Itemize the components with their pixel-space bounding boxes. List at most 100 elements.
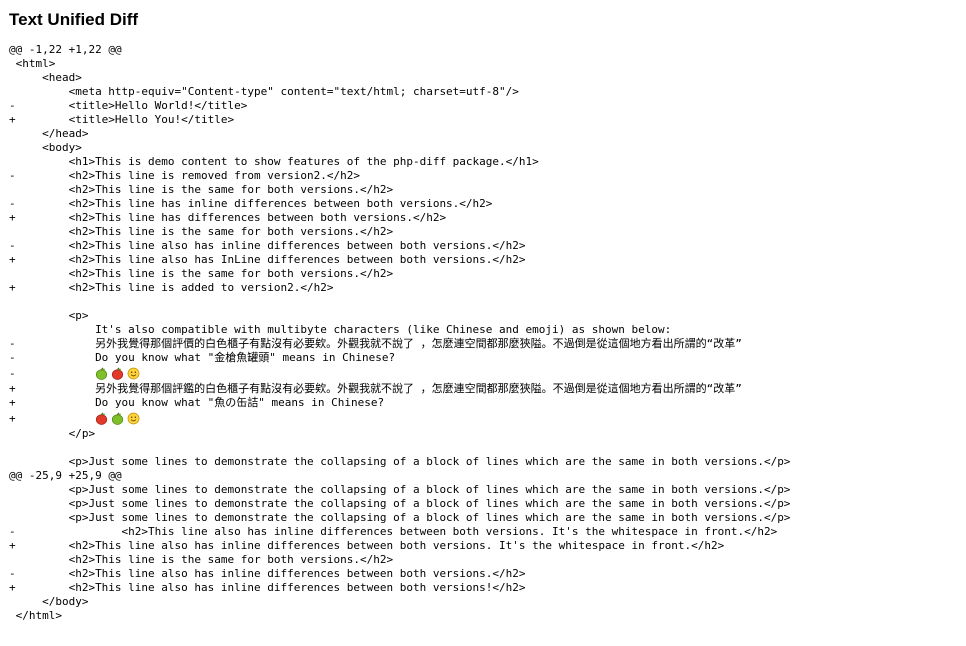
diff-line-context: <p>Just some lines to demonstrate the co… [9, 483, 791, 497]
diff-sign: - [9, 337, 16, 350]
diff-line-added: + <h2>This line also has inline differen… [9, 581, 790, 595]
diff-line-removed: - [9, 365, 790, 382]
diff-line-context: <h2>This line is the same for both versi… [9, 225, 790, 239]
unified-diff: @@ -1,22 +1,22 @@ <html> <head> <meta ht… [9, 43, 790, 623]
diff-sign [9, 497, 16, 511]
diff-line-text [16, 412, 95, 425]
diff-line-context: <p> [9, 309, 790, 323]
diff-line-text: <h2>This line is added to version2.</h2> [15, 281, 334, 294]
diff-line-text: <h2>This line is the same for both versi… [15, 225, 394, 238]
diff-line-text: <title>Hello You!</title> [15, 113, 235, 126]
diff-sign [9, 511, 16, 525]
red-apple-icon [111, 367, 124, 380]
diff-line-text: <p>Just some lines to demonstrate the co… [15, 455, 791, 468]
diff-line-text: <h2>This line also has inline difference… [15, 567, 526, 580]
diff-line-context: </body> [9, 595, 790, 609]
diff-sign [9, 595, 16, 609]
green-apple-icon [111, 412, 124, 425]
diff-line-removed: - 另外我覺得那個評價的白色櫃子有點沒有必要欸。外觀我就不說了 ，怎麼連空間都那… [9, 337, 790, 351]
diff-line-context: <p>Just some lines to demonstrate the co… [9, 455, 791, 469]
diff-line-text: <h2>This line also has inline difference… [15, 581, 526, 594]
diff-sign [9, 127, 16, 141]
diff-sign: - [9, 567, 16, 580]
diff-sign: + [9, 539, 16, 552]
diff-line-context: <h2>This line is the same for both versi… [9, 183, 790, 197]
diff-line-text: <h1>This is demo content to show feature… [15, 155, 539, 168]
diff-line-text: 另外我覺得那個評鑑的白色櫃子有點沒有必要欸。外觀我就不說了 ，怎麼連空間都那麼狹… [15, 382, 742, 395]
diff-line-text: <h2>This line is removed from version2.<… [15, 169, 360, 182]
diff-line-text: <p>Just some lines to demonstrate the co… [15, 511, 791, 524]
diff-sign [9, 141, 16, 155]
diff-line-context: <h1>This is demo content to show feature… [9, 155, 790, 169]
diff-sign [9, 427, 16, 441]
diff-line-text: @@ -25,9 +25,9 @@ [9, 469, 122, 482]
red-apple-icon [95, 412, 108, 425]
green-apple-icon [95, 367, 108, 380]
diff-line-text: <h2>This line is the same for both versi… [15, 183, 394, 196]
diff-line-added: + <title>Hello You!</title> [9, 113, 790, 127]
diff-line-text: </body> [15, 595, 89, 608]
diff-line-text: <p>Just some lines to demonstrate the co… [15, 483, 791, 496]
smiley-icon [127, 412, 140, 425]
diff-sign: + [9, 281, 16, 294]
diff-sign [9, 155, 16, 169]
diff-line-context: <body> [9, 141, 790, 155]
diff-line-context: <html> [9, 57, 790, 71]
diff-sign: - [9, 169, 16, 182]
diff-sign [9, 57, 16, 71]
diff-line-context: <meta http-equiv="Content-type" content=… [9, 85, 790, 99]
diff-line-removed: - <h2>This line has inline differences b… [9, 197, 790, 211]
diff-sign [9, 183, 16, 197]
diff-line-context: <p>Just some lines to demonstrate the co… [9, 511, 791, 525]
diff-sign: + [9, 412, 16, 425]
diff-line-text: @@ -1,22 +1,22 @@ [9, 43, 122, 56]
diff-line-removed: - <h2>This line also has inline differen… [9, 239, 790, 253]
diff-sign: + [9, 581, 16, 594]
diff-line-text: </html> [15, 609, 62, 622]
diff-sign [9, 85, 16, 99]
diff-line-removed: - Do you know what "金槍魚罐頭" means in Chin… [9, 351, 790, 365]
diff-line-text: <p> [15, 309, 89, 322]
hunk-header: @@ -25,9 +25,9 @@ [9, 469, 790, 483]
diff-line-text: <body> [15, 141, 82, 154]
diff-line-context: <p>Just some lines to demonstrate the co… [9, 497, 791, 511]
diff-line-context [9, 441, 790, 455]
diff-line-text: <h2>This line is the same for both versi… [15, 553, 394, 566]
diff-sign [9, 609, 16, 623]
diff-sign: - [9, 197, 16, 210]
diff-sign [9, 309, 16, 323]
diff-sign [9, 553, 16, 567]
diff-sign [9, 441, 16, 455]
diff-line-added: + <h2>This line has differences between … [9, 211, 790, 225]
diff-line-context: </html> [9, 609, 790, 623]
diff-sign [9, 71, 16, 85]
diff-line-added: + <h2>This line also has inline differen… [9, 539, 790, 553]
diff-line-text: Do you know what "魚の缶詰" means in Chinese… [15, 396, 385, 409]
diff-line-text: <h2>This line is the same for both versi… [15, 267, 394, 280]
diff-line-text: <meta http-equiv="Content-type" content=… [15, 85, 519, 98]
diff-line-removed: - <h2>This line also has inline differen… [9, 525, 790, 539]
diff-line-added: + <h2>This line is added to version2.</h… [9, 281, 790, 295]
diff-sign [9, 483, 16, 497]
diff-line-added: + 另外我覺得那個評鑑的白色櫃子有點沒有必要欸。外觀我就不說了 ，怎麼連空間都那… [9, 382, 790, 396]
diff-line-removed: - <h2>This line is removed from version2… [9, 169, 790, 183]
diff-sign: - [9, 367, 16, 380]
diff-line-removed: - <title>Hello World!</title> [9, 99, 790, 113]
diff-line-context [9, 295, 790, 309]
diff-sign [9, 455, 16, 469]
diff-sign: + [9, 396, 16, 409]
diff-line-text: <h2>This line also has inline difference… [15, 539, 725, 552]
diff-sign: + [9, 211, 16, 224]
diff-line-context: </p> [9, 427, 790, 441]
diff-sign: - [9, 351, 16, 364]
diff-sign [9, 295, 16, 309]
diff-line-text: 另外我覺得那個評價的白色櫃子有點沒有必要欸。外觀我就不說了 ，怎麼連空間都那麼狹… [15, 337, 742, 350]
diff-line-text: <p>Just some lines to demonstrate the co… [15, 497, 791, 510]
hunk-header: @@ -1,22 +1,22 @@ [9, 43, 790, 57]
diff-line-removed: - <h2>This line also has inline differen… [9, 567, 790, 581]
diff-line-context: It's also compatible with multibyte char… [9, 323, 790, 337]
diff-sign [9, 225, 16, 239]
diff-sign: - [9, 525, 16, 538]
diff-line-text: <h2>This line has inline differences bet… [15, 197, 493, 210]
diff-line-text: <h2>This line also has inline difference… [15, 525, 778, 538]
